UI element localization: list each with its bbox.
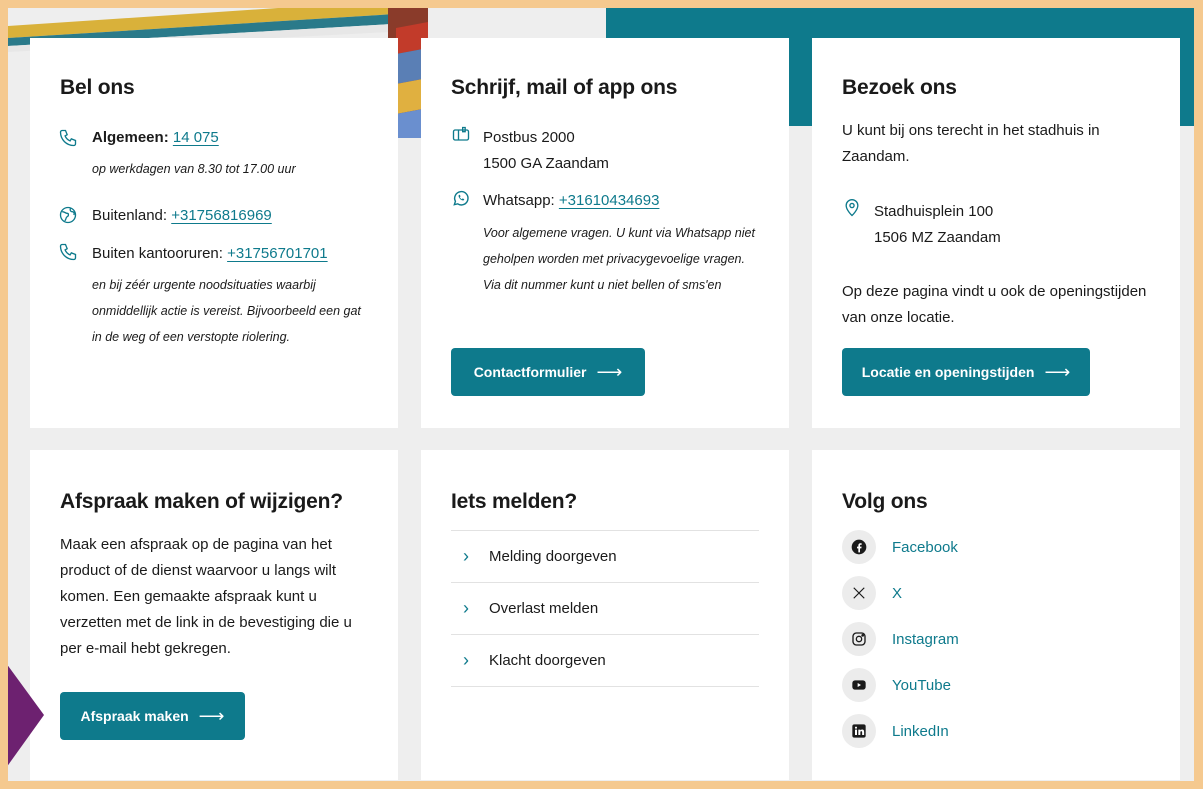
social-card: Volg ons Facebook X Instagram YouTube Li…	[812, 450, 1180, 780]
visit-info-line: van onze locatie.	[842, 309, 955, 326]
appointment-body-line: per e-mail hebt gekregen.	[60, 640, 231, 657]
phone-icon	[58, 128, 78, 148]
whatsapp-label: Whatsapp:	[483, 192, 555, 209]
buitenland-phone-link[interactable]: +31756816969	[171, 207, 272, 224]
whatsapp-link[interactable]: +31610434693	[559, 192, 660, 209]
call-title: Bel ons	[60, 76, 135, 99]
arrow-right-icon: ⟶	[1044, 361, 1071, 382]
globe-icon	[58, 205, 78, 225]
algemeen-phone-link[interactable]: 14 075	[173, 129, 219, 146]
social-link-label: LinkedIn	[892, 722, 949, 740]
make-appointment-button-label: Afspraak maken	[80, 708, 189, 724]
youtube-icon	[842, 668, 876, 702]
whatsapp-note-line: Via dit nummer kunt u niet bellen of sms…	[483, 278, 722, 292]
visit-info-line: Op deze pagina vindt u ook de openingsti…	[842, 283, 1147, 300]
call-card: Bel ons Algemeen: 14 075 op werkdagen va…	[30, 38, 398, 428]
chevron-right-icon: ›	[463, 598, 469, 618]
phone-icon	[58, 242, 78, 262]
facebook-icon	[842, 530, 876, 564]
appointment-card: Afspraak maken of wijzigen? Maak een afs…	[30, 450, 398, 780]
social-link-label: X	[892, 584, 903, 602]
chevron-right-icon: ›	[463, 650, 469, 670]
visit-card: Bezoek ons U kunt bij ons terecht in het…	[812, 38, 1180, 428]
kantoor-phone-link[interactable]: +31756701701	[227, 245, 328, 262]
whatsapp-note-line: geholpen worden met privacygevoelige vra…	[483, 252, 745, 266]
visit-intro-line: U kunt bij ons terecht in het stadhuis i…	[842, 122, 1100, 139]
buitenland-label: Buitenland:	[92, 207, 168, 224]
kantoor-label: Buiten kantooruren:	[92, 245, 223, 262]
contact-form-button-label: Contactformulier	[473, 364, 587, 380]
make-appointment-button[interactable]: Afspraak maken ⟶	[60, 692, 245, 740]
arrow-right-icon: ⟶	[596, 361, 623, 382]
social-link-youtube[interactable]: YouTube	[842, 667, 951, 703]
decorative-purple-arrow	[8, 663, 54, 768]
arrow-right-icon: ⟶	[198, 705, 225, 726]
report-list-item[interactable]: › Overlast melden	[451, 582, 759, 634]
appointment-body-line: verzetten met de link in de bevestiging …	[60, 614, 352, 631]
location-hours-button-label: Locatie en openingstijden	[861, 364, 1035, 380]
social-link-linkedin[interactable]: LinkedIn	[842, 713, 949, 749]
appointment-title: Afspraak maken of wijzigen?	[60, 490, 343, 513]
kantoor-note-line: onmiddellijk actie is vereist. Bijvoorbe…	[92, 304, 361, 318]
chevron-right-icon: ›	[463, 546, 469, 566]
write-card: Schrijf, mail of app ons Postbus 2000 15…	[421, 38, 789, 428]
social-link-label: YouTube	[892, 676, 951, 694]
whatsapp-note-line: Voor algemene vragen. U kunt via Whatsap…	[483, 226, 755, 240]
postbus-line: Postbus 2000	[483, 129, 575, 146]
linkedin-icon	[842, 714, 876, 748]
social-title: Volg ons	[842, 490, 928, 513]
report-list-item-label: Melding doorgeven	[489, 548, 617, 565]
contact-form-button[interactable]: Contactformulier ⟶	[451, 348, 645, 396]
visit-title: Bezoek ons	[842, 76, 957, 99]
social-link-label: Instagram	[892, 630, 959, 648]
report-list-item-label: Overlast melden	[489, 600, 599, 617]
location-hours-button[interactable]: Locatie en openingstijden ⟶	[842, 348, 1090, 396]
visit-intro-line: Zaandam.	[842, 148, 910, 165]
report-title: Iets melden?	[451, 490, 577, 513]
appointment-body-line: product of de dienst waarvoor u langs wi…	[60, 562, 336, 579]
kantoor-note-line: in de weg of een verstopte riolering.	[92, 330, 291, 344]
report-list-item[interactable]: › Klacht doorgeven	[451, 634, 759, 686]
contact-section: Bel ons Algemeen: 14 075 op werkdagen va…	[8, 8, 1194, 781]
instagram-icon	[842, 622, 876, 656]
social-link-instagram[interactable]: Instagram	[842, 621, 959, 657]
algemeen-hours: op werkdagen van 8.30 tot 17.00 uur	[92, 162, 296, 176]
appointment-body-line: komen. Een gemaakte afspraak kunt u	[60, 588, 317, 605]
algemeen-label: Algemeen:	[92, 129, 169, 146]
report-card: Iets melden? › Melding doorgeven › Overl…	[421, 450, 789, 780]
address-line: 1506 MZ Zaandam	[874, 229, 1001, 246]
report-list-item[interactable]: › Melding doorgeven	[451, 530, 759, 582]
location-pin-icon	[842, 198, 862, 218]
appointment-body-line: Maak een afspraak op de pagina van het	[60, 536, 332, 553]
kantoor-note-line: en bij zéér urgente noodsituaties waarbi…	[92, 278, 316, 292]
write-title: Schrijf, mail of app ons	[451, 76, 678, 99]
mailbox-icon	[451, 125, 471, 145]
social-link-facebook[interactable]: Facebook	[842, 529, 958, 565]
social-link-label: Facebook	[892, 538, 958, 556]
report-list-item-label: Klacht doorgeven	[489, 652, 606, 669]
list-divider	[451, 686, 759, 687]
x-icon	[842, 576, 876, 610]
whatsapp-icon	[451, 188, 471, 208]
address-line: Stadhuisplein 100	[874, 203, 994, 220]
postcode-line: 1500 GA Zaandam	[483, 155, 609, 172]
social-link-x[interactable]: X	[842, 575, 902, 611]
